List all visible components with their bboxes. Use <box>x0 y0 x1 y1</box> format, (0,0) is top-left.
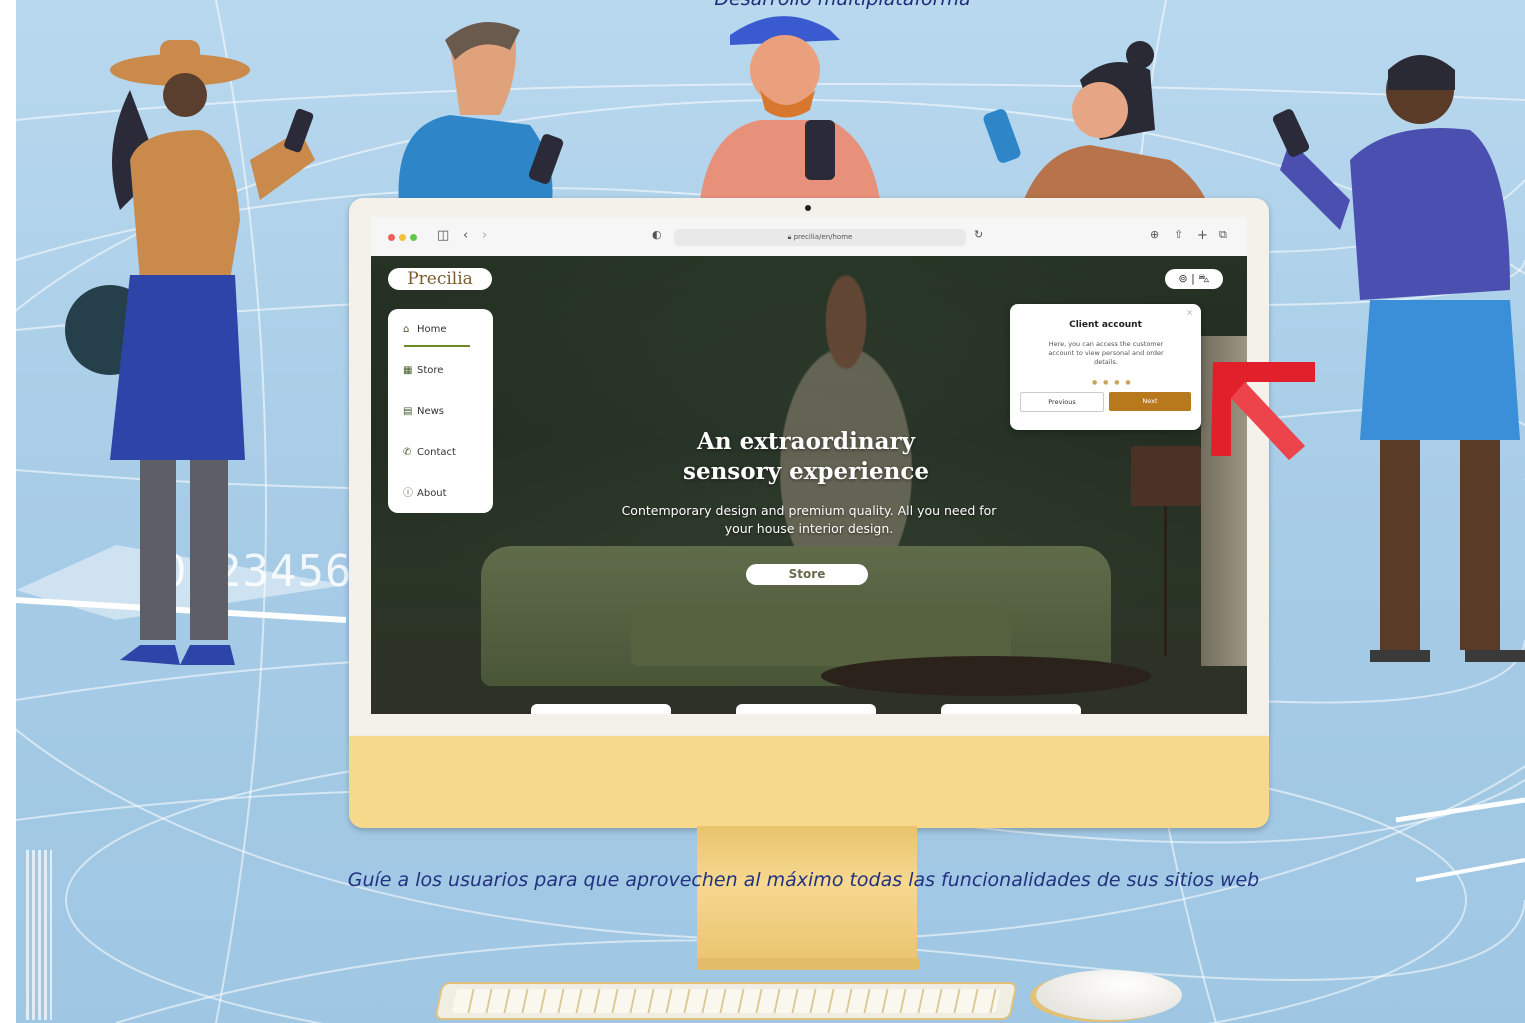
account-cart-pill[interactable]: ⊚ | ⛍ <box>1165 269 1223 289</box>
nav-item-label: Contact <box>417 447 456 458</box>
person-man-purple-sweater-illustration <box>1272 55 1525 662</box>
tooltip-next-button[interactable]: Next <box>1109 392 1191 411</box>
address-bar[interactable]: 🔒︎ precilia/en/home <box>674 229 966 246</box>
red-pointer-arrow-icon <box>1211 362 1315 460</box>
url-text: precilia/en/home <box>793 233 853 241</box>
hero-section: Precilia ⌂ Home ▦ Store ▤ News ✆ Contact ⓘ Ab… <box>371 256 1247 714</box>
nav-item-about[interactable]: ⓘ About <box>403 486 447 502</box>
hero-subtitle: Contemporary design and premium quality.… <box>621 503 997 536</box>
tooltip-progress-dots: ● ● ● ● <box>1092 379 1133 386</box>
shield-icon[interactable]: ◐ <box>652 228 662 241</box>
nav-item-label: Home <box>417 324 447 335</box>
nav-item-home[interactable]: ⌂ Home <box>403 322 447 338</box>
nav-item-label: Store <box>417 365 444 376</box>
download-icon[interactable]: ⊕ <box>1150 228 1159 241</box>
hero-table-image <box>821 656 1151 696</box>
card-peek <box>531 704 671 714</box>
mouse-illustration <box>1036 970 1182 1020</box>
close-window-dot[interactable] <box>388 234 395 241</box>
tooltip-previous-button[interactable]: Previous <box>1020 392 1104 412</box>
sidebar-icon[interactable]: ◫ <box>437 228 449 243</box>
bottom-caption: Guíe a los usuarios para que aprovechen … <box>347 869 1260 891</box>
hero-lamp-image <box>1131 446 1201 506</box>
news-icon: ▤ <box>403 406 413 417</box>
hero-lamp-pole <box>1164 506 1167 656</box>
site-nav-menu: ⌂ Home ▦ Store ▤ News ✆ Contact ⓘ About <box>388 309 493 513</box>
home-icon: ⌂ <box>403 324 410 335</box>
tabs-icon[interactable]: ⧉ <box>1219 228 1227 242</box>
hero-store-button[interactable]: Store <box>746 564 868 585</box>
phone-icon: ✆ <box>403 447 412 458</box>
hero-title-line2: sensory experience <box>683 458 929 485</box>
card-peek <box>736 704 876 714</box>
camera-dot <box>805 205 811 211</box>
hero-title-line1: An extraordinary <box>697 428 915 455</box>
maximize-window-dot[interactable] <box>410 234 417 241</box>
close-icon[interactable]: × <box>1186 308 1193 317</box>
store-icon: ▦ <box>403 365 413 376</box>
nav-item-store[interactable]: ▦ Store <box>403 363 443 379</box>
nav-item-label: News <box>417 406 445 417</box>
new-tab-icon[interactable]: + <box>1197 228 1208 243</box>
reload-icon[interactable]: ↻ <box>974 228 983 241</box>
site-logo[interactable]: Precilia <box>388 268 492 290</box>
browser-toolbar: ◫ ‹ › ◐ 🔒︎ precilia/en/home ↻ ⊕ ⇧ + ⧉ <box>371 217 1247 257</box>
back-icon[interactable]: ‹ <box>463 228 468 243</box>
tooltip-title: Client account <box>1069 320 1142 330</box>
onboarding-tooltip: × Client account Here, you can access th… <box>1010 304 1201 430</box>
keyboard-illustration <box>433 982 1019 1020</box>
person-woman-bun-illustration <box>983 41 1210 210</box>
nav-item-contact[interactable]: ✆ Contact <box>403 445 456 461</box>
keyboard-keys <box>451 989 1001 1013</box>
card-peek <box>941 704 1081 714</box>
person-man-blue-hoodie-illustration <box>398 22 564 215</box>
minimize-window-dot[interactable] <box>399 234 406 241</box>
forward-icon[interactable]: › <box>482 228 487 243</box>
nav-item-label: About <box>417 488 447 499</box>
tooltip-body: Here, you can access the customer accoun… <box>1048 340 1164 366</box>
nav-item-news[interactable]: ▤ News <box>403 404 444 420</box>
person-man-cap-illustration <box>700 16 880 200</box>
nav-active-underline <box>404 345 470 347</box>
account-cart-icons: ⊚ | ⛍ <box>1178 272 1210 285</box>
monitor-stand <box>697 826 917 966</box>
monitor-stand-base <box>697 958 919 970</box>
monitor-chin <box>349 736 1269 828</box>
person-woman-hat-illustration <box>65 40 315 665</box>
monitor-screen: ◫ ‹ › ◐ 🔒︎ precilia/en/home ↻ ⊕ ⇧ + ⧉ Pr… <box>371 217 1247 714</box>
info-icon: ⓘ <box>403 488 413 499</box>
share-icon[interactable]: ⇧ <box>1174 228 1183 241</box>
hero-title: An extraordinary sensory experience <box>601 427 1011 487</box>
